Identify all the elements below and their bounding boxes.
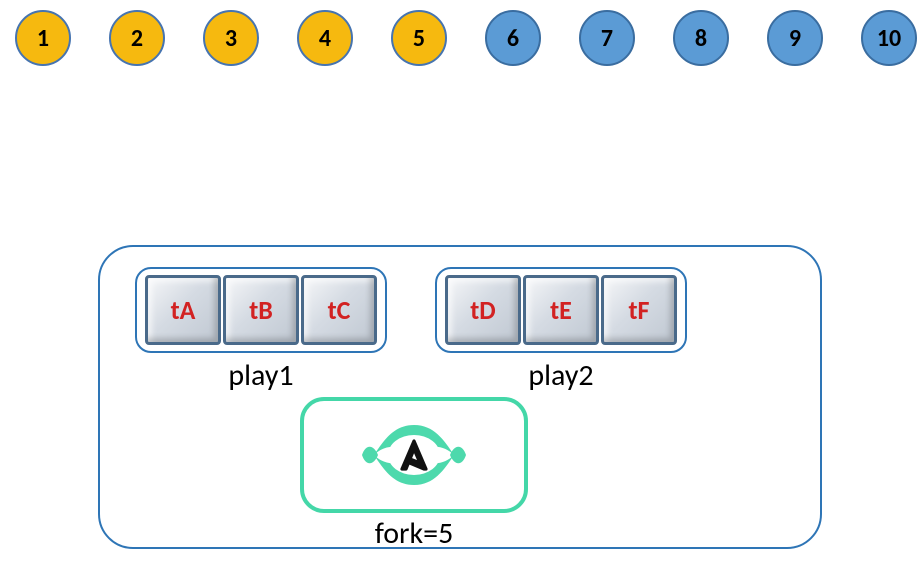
task-label: tF (629, 294, 650, 326)
play1-label: play1 (135, 357, 387, 394)
fork-box (300, 397, 528, 513)
host-circle-9: 9 (767, 10, 823, 66)
host-circle-7: 7 (579, 10, 635, 66)
play2-label: play2 (435, 357, 687, 394)
task-tF: tF (601, 275, 677, 345)
fork-group: fork=5 (300, 397, 528, 552)
host-circle-label: 5 (413, 24, 425, 53)
task-tD: tD (445, 275, 521, 345)
task-label: tD (470, 294, 495, 326)
host-circle-4: 4 (297, 10, 353, 66)
task-tA: tA (145, 275, 221, 345)
play2-group: tD tE tF play2 (435, 267, 687, 394)
host-circle-3: 3 (203, 10, 259, 66)
play2-box: tD tE tF (435, 267, 687, 353)
host-circles-row: 1 2 3 4 5 6 7 8 9 10 (15, 10, 917, 66)
host-circle-label: 3 (225, 24, 237, 53)
host-circle-label: 7 (601, 24, 613, 53)
host-circle-10: 10 (861, 10, 917, 66)
host-circle-label: 10 (877, 24, 901, 53)
playbook-container: tA tB tC play1 tD tE tF play2 (98, 245, 822, 549)
host-circle-2: 2 (109, 10, 165, 66)
task-tB: tB (223, 275, 299, 345)
task-tC: tC (301, 275, 377, 345)
task-label: tB (249, 294, 273, 326)
host-circle-label: 8 (695, 24, 707, 53)
task-label: tC (328, 294, 351, 326)
host-circle-label: 9 (789, 24, 801, 53)
ansible-icon (344, 415, 484, 495)
host-circle-label: 4 (319, 24, 331, 53)
host-circle-1: 1 (15, 10, 71, 66)
task-label: tE (550, 294, 572, 326)
host-circle-6: 6 (485, 10, 541, 66)
host-circle-label: 1 (37, 24, 49, 53)
host-circle-label: 2 (131, 24, 143, 53)
host-circle-5: 5 (391, 10, 447, 66)
host-circle-8: 8 (673, 10, 729, 66)
play1-group: tA tB tC play1 (135, 267, 387, 394)
fork-label: fork=5 (300, 515, 528, 552)
play1-box: tA tB tC (135, 267, 387, 353)
host-circle-label: 6 (507, 24, 519, 53)
task-label: tA (171, 294, 196, 326)
task-tE: tE (523, 275, 599, 345)
